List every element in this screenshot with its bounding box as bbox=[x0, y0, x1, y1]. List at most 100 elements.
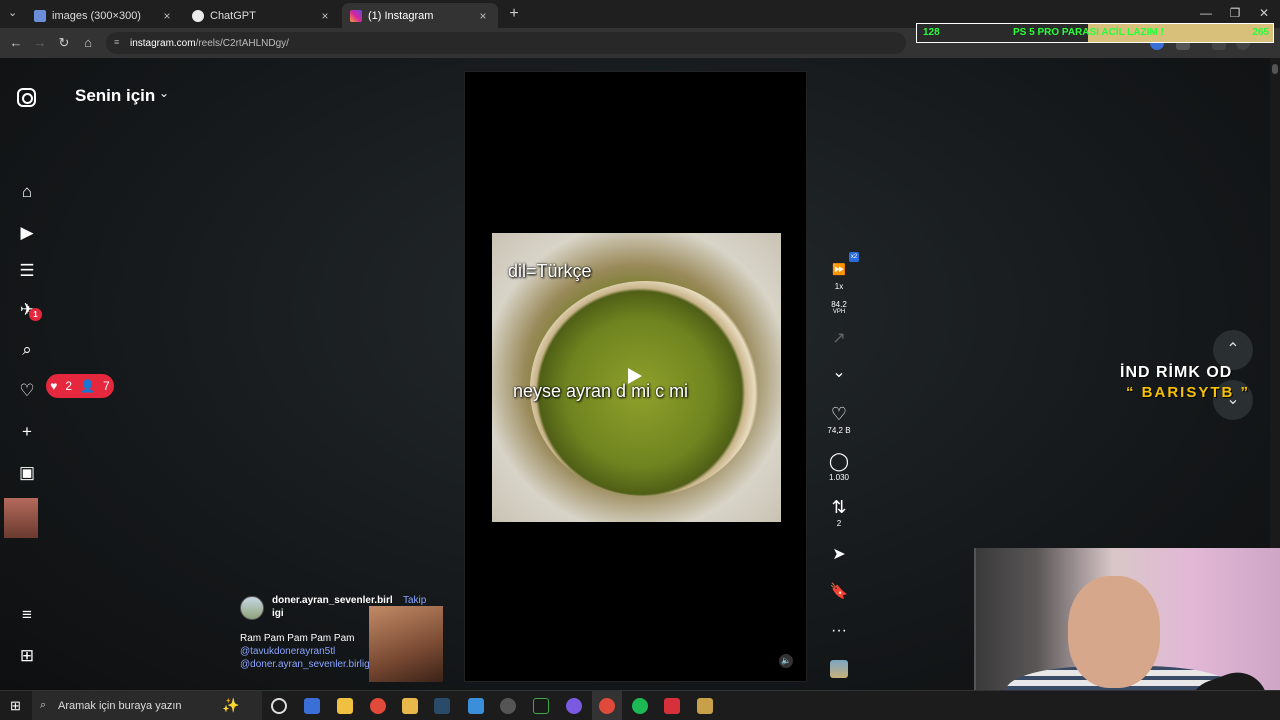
tab-title: ChatGPT bbox=[210, 9, 256, 22]
comment-icon: ◯ bbox=[828, 451, 850, 471]
feed-title[interactable]: Senin için bbox=[75, 86, 155, 106]
cortana-icon[interactable] bbox=[271, 698, 287, 714]
spotify-icon[interactable] bbox=[632, 698, 648, 714]
follows-count: 7 bbox=[103, 379, 110, 393]
home-icon[interactable]: ⌂ bbox=[16, 181, 38, 203]
author-avatar[interactable] bbox=[240, 596, 264, 620]
url-path: /reels/C2rtAHLNDgy/ bbox=[195, 37, 289, 49]
mention-link[interactable]: @doner.ayran_sevenler.birligi bbox=[240, 658, 372, 671]
url-bar[interactable]: ≡ instagram.com/reels/C2rtAHLNDgy/ bbox=[106, 32, 906, 54]
forward-button[interactable]: → bbox=[31, 34, 49, 52]
like-button[interactable]: ♡ 74,2 B bbox=[821, 404, 857, 435]
search-icon[interactable]: ⌕ bbox=[16, 339, 38, 361]
reload-button[interactable]: ↻ bbox=[55, 34, 73, 52]
person-icon: 👤 bbox=[80, 379, 96, 393]
new-tab-button[interactable]: + bbox=[506, 5, 522, 23]
chevron-down-icon[interactable]: ⌄ bbox=[159, 86, 169, 100]
site-info-icon[interactable]: ≡ bbox=[114, 37, 125, 48]
fast-forward-icon: ⏩ bbox=[832, 264, 846, 276]
comment-button[interactable]: ◯ 1.030 bbox=[821, 451, 857, 482]
chrome-icon[interactable] bbox=[370, 698, 386, 714]
more-options-icon[interactable]: ··· bbox=[821, 622, 857, 640]
app-icon-5[interactable] bbox=[664, 698, 680, 714]
feed-filter-icon[interactable]: ☰ bbox=[16, 260, 38, 282]
tab-instagram[interactable]: (1) Instagram × bbox=[342, 3, 498, 28]
repost-count: 2 bbox=[836, 519, 842, 528]
more-menu-icon[interactable]: ≡ bbox=[16, 604, 38, 626]
goal-current: 128 bbox=[923, 27, 940, 38]
vph-unit: VPH bbox=[832, 309, 846, 315]
instagram-icon[interactable] bbox=[17, 88, 36, 107]
close-window-button[interactable]: ✕ bbox=[1254, 6, 1274, 20]
url-host: instagram.com bbox=[130, 37, 196, 49]
reel-overlay-text-bottom: neyse ayran d mi c mi bbox=[513, 381, 689, 401]
collapse-chevron-icon[interactable]: ⌄ bbox=[821, 362, 857, 382]
copilot-spark-icon[interactable]: ✨ bbox=[222, 697, 239, 714]
reel-caption: Ram Pam Pam Pam Pam @tavukdonerayran5tl … bbox=[240, 632, 372, 671]
laughing-man-overlay-image bbox=[369, 606, 443, 682]
reel-overlay-text-top: dil=Türkçe bbox=[508, 261, 592, 281]
app-icon-6[interactable] bbox=[697, 698, 713, 714]
taskbar-search-placeholder: Aramak için buraya yazın bbox=[58, 700, 182, 712]
tab-title: (1) Instagram bbox=[368, 9, 434, 22]
app-icon-1[interactable] bbox=[304, 698, 320, 714]
extension-badge-icon: x2 bbox=[849, 252, 859, 262]
trend-icon: ↗ bbox=[832, 330, 846, 347]
dashboard-icon[interactable]: ▣ bbox=[16, 462, 38, 484]
scrollbar-thumb[interactable] bbox=[1272, 64, 1278, 74]
store-icon[interactable] bbox=[337, 698, 353, 714]
minimize-button[interactable]: — bbox=[1196, 6, 1216, 20]
goal-target: 265 bbox=[1252, 27, 1269, 38]
notification-pill[interactable]: ♥ 2 👤 7 bbox=[46, 374, 114, 398]
instagram-favicon-icon bbox=[350, 9, 362, 22]
home-button[interactable]: ⌂ bbox=[79, 34, 97, 52]
caption-text: Ram Pam Pam Pam Pam bbox=[240, 633, 355, 644]
app-icon-4[interactable] bbox=[533, 698, 549, 714]
windows-start-icon[interactable]: ⊞ bbox=[10, 699, 24, 713]
streamer-face bbox=[1068, 576, 1160, 688]
play-icon[interactable] bbox=[628, 368, 642, 384]
repost-button[interactable]: ⇅ 2 bbox=[821, 497, 857, 528]
messages-badge: 1 bbox=[29, 308, 42, 321]
mention-link[interactable]: @tavukdonerayran5tl bbox=[240, 645, 372, 658]
save-icon[interactable]: 🔖 bbox=[821, 582, 857, 600]
chrome-active-icon[interactable] bbox=[599, 698, 615, 714]
reel-video[interactable]: dil=Türkçe neyse ayran d mi c mi 🔈 bbox=[464, 71, 807, 682]
tab-images[interactable]: images (300×300) × bbox=[26, 3, 182, 28]
app-icon-2[interactable] bbox=[468, 698, 484, 714]
playback-speed-button[interactable]: ⏩ 1x bbox=[821, 260, 857, 291]
tab-close-icon[interactable]: × bbox=[318, 9, 332, 23]
tab-search-icon[interactable]: ⌄ bbox=[8, 6, 22, 22]
meta-apps-icon[interactable]: ⊞ bbox=[16, 645, 38, 667]
discord-icon[interactable] bbox=[566, 698, 582, 714]
stream-watermark-line2: “ BARISYTB ” bbox=[1126, 384, 1251, 401]
tab-title: images (300×300) bbox=[52, 9, 141, 22]
restore-button[interactable]: ❐ bbox=[1225, 6, 1245, 20]
steam-icon[interactable] bbox=[434, 698, 450, 714]
tab-close-icon[interactable]: × bbox=[476, 9, 490, 23]
tab-close-icon[interactable]: × bbox=[160, 9, 174, 23]
repost-icon: ⇅ bbox=[831, 497, 847, 517]
back-button[interactable]: ← bbox=[7, 34, 25, 52]
speed-label: 1x bbox=[834, 282, 844, 291]
sound-icon[interactable]: 🔈 bbox=[779, 654, 793, 668]
profile-avatar[interactable] bbox=[4, 498, 38, 538]
comment-count: 1.030 bbox=[828, 473, 850, 482]
reels-icon[interactable]: ▶ bbox=[16, 222, 38, 244]
vph-value: 84.2 bbox=[831, 300, 847, 309]
windows-taskbar: ⊞ ⌕ Aramak için buraya yazın ✨ bbox=[0, 690, 1280, 720]
notifications-heart-icon[interactable]: ♡ bbox=[16, 380, 38, 402]
tab-chatgpt[interactable]: ChatGPT × bbox=[184, 3, 340, 28]
share-icon[interactable]: ➤ bbox=[821, 544, 857, 564]
like-count: 74,2 B bbox=[827, 426, 851, 435]
search-icon: ⌕ bbox=[40, 699, 47, 711]
audio-thumbnail[interactable] bbox=[830, 660, 848, 678]
taskbar-search[interactable]: ⌕ Aramak için buraya yazın ✨ bbox=[32, 691, 262, 720]
likes-count: 2 bbox=[65, 379, 73, 393]
create-icon[interactable]: + bbox=[16, 421, 38, 443]
file-explorer-icon[interactable] bbox=[402, 698, 418, 714]
heart-icon: ♥ bbox=[50, 379, 58, 393]
app-icon-3[interactable] bbox=[500, 698, 516, 714]
stream-watermark-line1: İND RİMK OD bbox=[1120, 364, 1233, 381]
goal-message: PS 5 PRO PARASI ACİL LAZIM ! bbox=[1013, 27, 1164, 38]
